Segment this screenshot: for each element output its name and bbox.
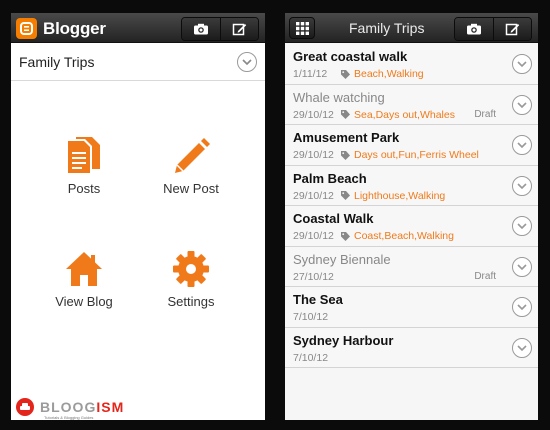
camera-icon bbox=[467, 23, 481, 35]
compose-button[interactable] bbox=[493, 18, 531, 40]
post-title: The Sea bbox=[293, 292, 343, 307]
post-list: Great coastal walk 1/11/12 Beach,Walking Wh… bbox=[285, 44, 538, 368]
post-tags: Sea,Days out,Whales bbox=[341, 109, 455, 121]
post-date: 27/10/12 bbox=[293, 270, 334, 283]
bloogism-logo-icon bbox=[14, 396, 36, 418]
tile-label: View Blog bbox=[55, 294, 113, 309]
chevron-down-icon[interactable] bbox=[237, 52, 257, 72]
post-tags: Lighthouse,Walking bbox=[341, 190, 445, 202]
post-tags-text: Beach,Walking bbox=[354, 68, 424, 80]
tile-posts[interactable]: Posts bbox=[29, 131, 139, 196]
chevron-down-icon[interactable] bbox=[512, 54, 532, 74]
compose-icon bbox=[232, 23, 247, 35]
post-date: 7/10/12 bbox=[293, 351, 329, 364]
post-title: Great coastal walk bbox=[293, 49, 408, 64]
post-row[interactable]: Coastal Walk 29/10/12 Coast,Beach,Walking bbox=[285, 206, 538, 247]
post-tags-text: Sea,Days out,Whales bbox=[354, 108, 455, 121]
blog-selector[interactable]: Family Trips bbox=[11, 43, 265, 81]
posts-document-icon bbox=[29, 131, 139, 175]
post-row[interactable]: The Sea 7/10/12 bbox=[285, 287, 538, 328]
post-tags-text: Days out,Fun,Ferris Wheel bbox=[354, 149, 479, 161]
chevron-down-icon[interactable] bbox=[512, 135, 532, 155]
post-tags-text: Coast,Beach,Walking bbox=[354, 230, 454, 242]
tile-view-blog[interactable]: View Blog bbox=[29, 244, 139, 309]
tile-label: New Post bbox=[163, 181, 219, 196]
top-bar: Blogger bbox=[11, 13, 265, 43]
top-bar: Family Trips bbox=[285, 13, 538, 43]
bloogism-watermark: BLOOGISM Tutorials & Blogging Guides bbox=[14, 396, 125, 420]
top-actions bbox=[181, 17, 259, 41]
tile-label: Posts bbox=[67, 181, 101, 196]
top-actions bbox=[454, 17, 532, 41]
post-title: Palm Beach bbox=[293, 170, 367, 186]
post-row[interactable]: Whale watching 29/10/12 Sea,Days out,Whale… bbox=[285, 84, 538, 125]
post-row[interactable]: Sydney Biennale 27/10/12 Draft bbox=[285, 246, 538, 287]
post-date: 1/11/12 bbox=[293, 68, 328, 80]
post-title: Coastal Walk bbox=[293, 211, 374, 226]
post-row[interactable]: Amusement Park 29/10/12 Days out,Fun,Ferri… bbox=[285, 125, 538, 166]
post-row[interactable]: Great coastal walk 1/11/12 Beach,Walking bbox=[285, 44, 538, 85]
tile-settings[interactable]: Settings bbox=[136, 244, 246, 309]
chevron-down-icon[interactable] bbox=[512, 216, 532, 236]
chevron-down-icon[interactable] bbox=[512, 175, 532, 196]
post-tags-text: Lighthouse,Walking bbox=[354, 189, 446, 202]
post-date: 7/10/12 bbox=[293, 311, 329, 323]
tile-new-post[interactable]: New Post bbox=[136, 131, 246, 196]
post-date: 29/10/12 bbox=[293, 230, 334, 242]
blogger-logo-icon bbox=[16, 18, 37, 39]
posts-list-screen: Family Trips Great coastal walk 1/11/12 Be… bbox=[285, 13, 538, 420]
watermark-tagline: Tutorials & Blogging Guides bbox=[44, 415, 94, 420]
post-date: 29/10/12 bbox=[293, 189, 334, 202]
chevron-down-icon[interactable] bbox=[512, 337, 532, 358]
post-title: Whale watching bbox=[293, 89, 385, 105]
tile-label: Settings bbox=[167, 294, 215, 309]
gear-icon bbox=[136, 244, 246, 288]
tag-icon bbox=[341, 231, 350, 241]
blogger-home-screen: Blogger Family Trips Posts New Post View… bbox=[11, 13, 265, 420]
compose-button[interactable] bbox=[220, 18, 258, 40]
grid-menu-button[interactable] bbox=[289, 17, 315, 39]
pencil-icon bbox=[136, 131, 246, 175]
post-date: 29/10/12 bbox=[293, 108, 334, 121]
app-title: Blogger bbox=[43, 19, 106, 38]
page-title: Family Trips bbox=[349, 20, 425, 36]
post-status: Draft bbox=[474, 270, 496, 282]
chevron-down-icon[interactable] bbox=[512, 94, 532, 115]
camera-button[interactable] bbox=[455, 18, 493, 40]
blog-name: Family Trips bbox=[19, 54, 95, 70]
post-tags: Days out,Fun,Ferris Wheel bbox=[341, 149, 479, 161]
post-tags: Coast,Beach,Walking bbox=[341, 230, 454, 242]
watermark-text: BLOOGISM bbox=[40, 399, 125, 415]
post-title: Amusement Park bbox=[293, 130, 400, 145]
tag-icon bbox=[341, 110, 350, 119]
post-row[interactable]: Sydney Harbour 7/10/12 bbox=[285, 327, 538, 368]
tag-icon bbox=[341, 150, 350, 160]
camera-button[interactable] bbox=[182, 18, 220, 40]
post-tags: Beach,Walking bbox=[341, 68, 424, 80]
chevron-down-icon[interactable] bbox=[512, 256, 532, 277]
post-date: 29/10/12 bbox=[293, 149, 334, 161]
house-icon bbox=[29, 244, 139, 288]
camera-icon bbox=[194, 23, 208, 35]
post-row[interactable]: Palm Beach 29/10/12 Lighthouse,Walking bbox=[285, 165, 538, 206]
chevron-down-icon[interactable] bbox=[512, 297, 532, 317]
tag-icon bbox=[341, 69, 350, 79]
post-title: Sydney Biennale bbox=[293, 251, 391, 267]
grid-icon bbox=[295, 21, 309, 35]
tag-icon bbox=[341, 191, 350, 200]
compose-icon bbox=[505, 23, 520, 35]
post-status: Draft bbox=[474, 108, 496, 120]
post-title: Sydney Harbour bbox=[293, 332, 394, 348]
